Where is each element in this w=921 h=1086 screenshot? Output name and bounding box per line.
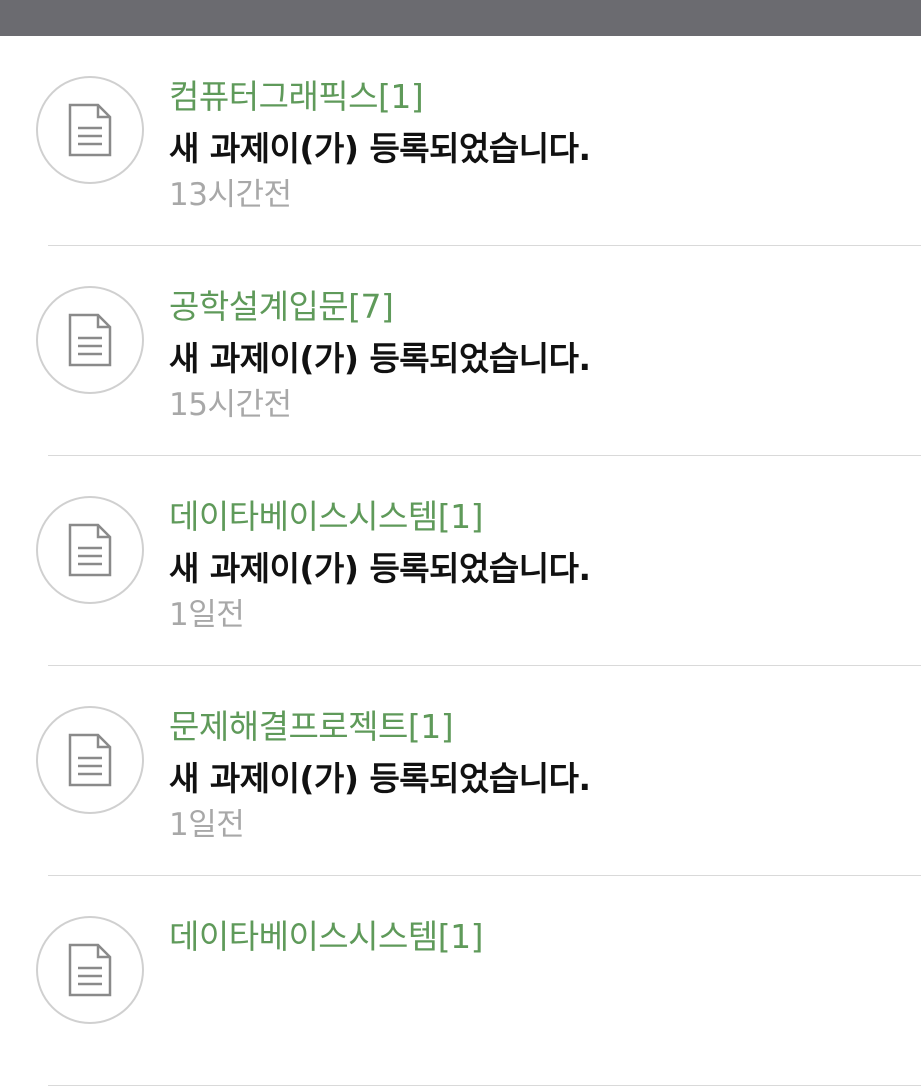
notification-item[interactable]: 문제해결프로젝트[1] 새 과제이(가) 등록되었습니다. 1일전 [36, 666, 921, 876]
status-bar [0, 0, 921, 36]
notification-time: 1일전 [169, 597, 245, 633]
notification-message: 새 과제이(가) 등록되었습니다. [169, 759, 591, 798]
course-name: 컴퓨터그래픽스[1] [169, 77, 424, 116]
document-icon [36, 76, 144, 184]
notification-list: 컴퓨터그래픽스[1] 새 과제이(가) 등록되었습니다. 13시간전 공학설계입… [0, 36, 921, 1086]
document-icon [36, 496, 144, 604]
document-icon [36, 286, 144, 394]
course-name: 데이타베이스시스템[1] [169, 917, 484, 956]
notification-message: 새 과제이(가) 등록되었습니다. [169, 339, 591, 378]
notification-message: 새 과제이(가) 등록되었습니다. [169, 129, 591, 168]
document-icon [36, 916, 144, 1024]
notification-item[interactable]: 데이타베이스시스템[1] 새 과제이(가) 등록되었습니다. 1일전 [36, 456, 921, 666]
notification-item[interactable]: 컴퓨터그래픽스[1] 새 과제이(가) 등록되었습니다. 13시간전 [36, 36, 921, 246]
document-icon [36, 706, 144, 814]
notification-item[interactable]: 데이타베이스시스템[1] [36, 876, 921, 1086]
notification-time: 13시간전 [169, 177, 292, 213]
course-name: 공학설계입문[7] [169, 287, 394, 326]
notification-message: 새 과제이(가) 등록되었습니다. [169, 549, 591, 588]
course-name: 문제해결프로젝트[1] [169, 707, 454, 746]
notification-time: 15시간전 [169, 387, 292, 423]
notification-item[interactable]: 공학설계입문[7] 새 과제이(가) 등록되었습니다. 15시간전 [36, 246, 921, 456]
notification-time: 1일전 [169, 807, 245, 843]
course-name: 데이타베이스시스템[1] [169, 497, 484, 536]
